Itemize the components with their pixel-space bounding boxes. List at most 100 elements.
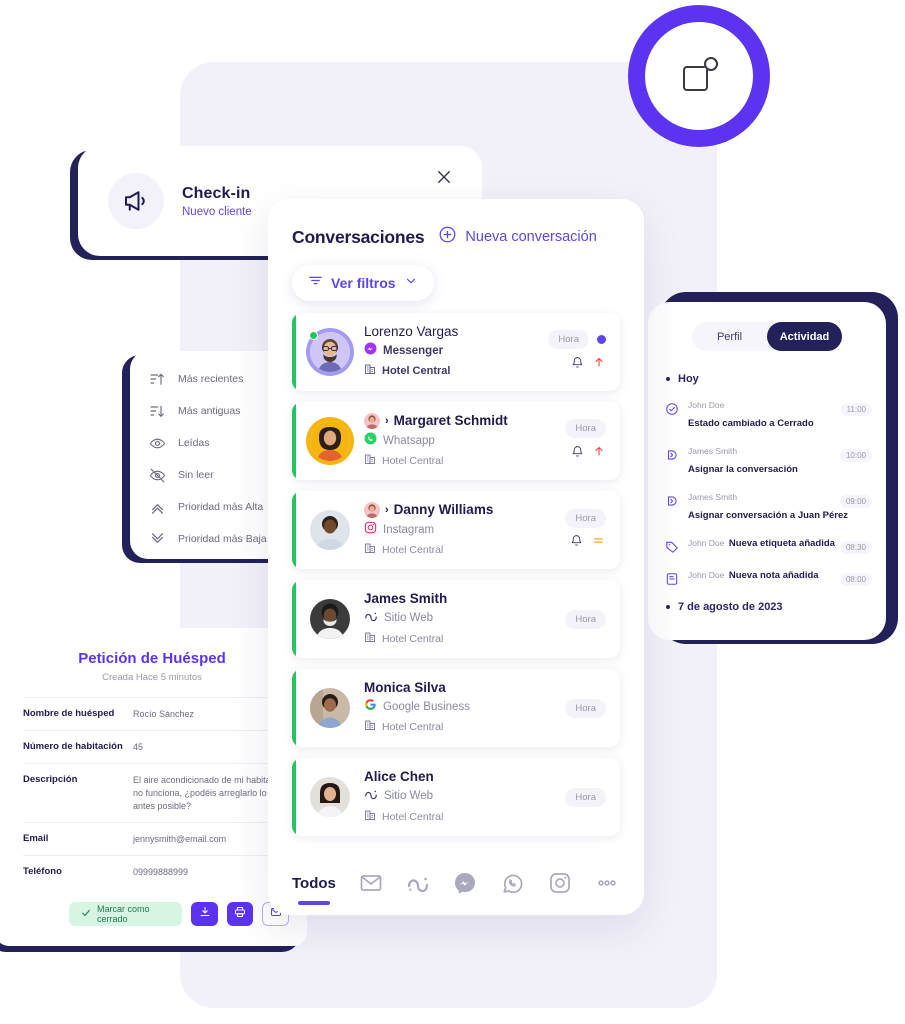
eye-icon xyxy=(148,434,166,452)
guest-request-subtitle: Creada Hace 5 minutos xyxy=(102,672,202,683)
new-conversation-button[interactable]: Nueva conversación xyxy=(438,225,597,249)
guest-request-field: Descripción El aire acondicionado de mi … xyxy=(23,763,289,822)
conversation-hotel: Hotel Central xyxy=(364,452,546,470)
instagram-icon[interactable] xyxy=(547,870,572,896)
mark-as-closed-label: Marcar como cerrado xyxy=(97,904,150,925)
activity-entry-user: John Doe xyxy=(688,538,725,548)
guest-request-field: Número de habitación 45 xyxy=(23,730,289,763)
avatar-wrap xyxy=(310,688,350,728)
field-key: Teléfono xyxy=(23,866,62,878)
whatsapp-icon[interactable] xyxy=(500,870,525,896)
sort-ascending-icon xyxy=(148,370,166,388)
conversation-meta: Hora xyxy=(546,508,620,552)
close-icon[interactable] xyxy=(432,165,456,189)
activity-entry[interactable]: John Doe Nueva nota añadida 08:00 xyxy=(662,565,872,587)
avatar xyxy=(310,777,350,817)
conversation-row[interactable]: › Margaret Schmidt Whatsapp Hotel Centra… xyxy=(292,402,620,480)
mark-as-closed-button[interactable]: Marcar como cerrado xyxy=(69,902,183,927)
print-button[interactable] xyxy=(226,902,254,927)
conversation-row[interactable]: Monica Silva Google Business Hotel Centr… xyxy=(292,669,620,747)
website-icon[interactable] xyxy=(405,870,430,896)
field-value: Rocío Sánchez xyxy=(133,709,195,719)
conversation-info: James Smith Sitio Web Hotel Central xyxy=(364,591,546,648)
channel-filter-all[interactable]: Todos xyxy=(292,875,336,905)
field-key: Descripción xyxy=(23,774,78,786)
conversation-time-badge: Hora xyxy=(565,508,606,528)
activity-entry-time: 09:00 xyxy=(839,495,872,508)
filter-icon xyxy=(308,273,323,293)
more-icon[interactable] xyxy=(595,870,620,896)
building-icon xyxy=(364,452,376,470)
avatar xyxy=(310,599,350,639)
download-icon xyxy=(199,905,211,923)
google-icon xyxy=(364,698,377,716)
conversation-name: James Smith xyxy=(364,590,448,606)
sort-item-label: Prioridad más Baja xyxy=(178,533,267,545)
view-filters-button[interactable]: Ver filtros xyxy=(292,265,434,301)
messenger-icon xyxy=(364,342,377,360)
building-icon xyxy=(364,808,376,826)
conversation-name: Lorenzo Vargas xyxy=(364,324,459,339)
field-key: Email xyxy=(23,833,49,845)
conversation-row[interactable]: › Danny Williams Instagram Hotel Central… xyxy=(292,491,620,569)
guest-request-field: Teléfono 09999888999 xyxy=(23,855,289,888)
conversation-hotel: Hotel Central xyxy=(364,541,546,559)
parent-avatar xyxy=(364,412,380,429)
assign-icon xyxy=(664,447,680,463)
online-status-dot xyxy=(309,331,318,340)
activity-entry-action: Asignar conversación a Juan Pérez xyxy=(688,510,848,521)
checkin-title: Check-in xyxy=(182,184,251,202)
tab-perfil[interactable]: Perfil xyxy=(692,322,767,351)
guest-request-field: Nombre de huésped Rocío Sánchez xyxy=(23,697,289,730)
page-title: Conversaciones xyxy=(292,226,425,247)
conversation-meta: Hora xyxy=(546,609,620,629)
conversation-name-line: James Smith xyxy=(364,591,546,606)
activity-entry[interactable]: John Doe Nueva etiqueta añadida 08:30 xyxy=(662,533,872,555)
bell-icon[interactable] xyxy=(571,356,584,374)
conversation-hotel-label: Hotel Central xyxy=(382,365,451,377)
activity-entry-time: 10:00 xyxy=(839,449,872,462)
activity-entry-action: Nueva etiqueta añadida xyxy=(728,538,835,549)
instagram-icon xyxy=(364,521,377,539)
avatar-wrap xyxy=(310,421,350,461)
conversation-priority-line xyxy=(570,534,606,552)
activity-entry[interactable]: James Smith Asignar conversación a Juan … xyxy=(662,487,872,523)
conversation-time-badge: Hora xyxy=(565,698,606,718)
tab-actividad[interactable]: Actividad xyxy=(767,322,842,351)
avatar xyxy=(310,421,350,461)
activity-entry-user: James Smith xyxy=(688,446,738,456)
conversation-channel-label: Google Business xyxy=(383,701,470,713)
conversation-channel-label: Instagram xyxy=(383,523,435,536)
conversation-channel: Google Business xyxy=(364,698,546,716)
field-value: 45 xyxy=(133,742,144,753)
conversation-row[interactable]: Lorenzo Vargas Messenger Hotel Central H… xyxy=(292,313,620,391)
bell-icon[interactable] xyxy=(570,534,583,552)
conversation-row[interactable]: Alice Chen Sitio Web Hotel Central Hora xyxy=(292,758,620,836)
activity-entry[interactable]: James Smith Asignar la conversación 10:0… xyxy=(662,441,872,477)
conversation-row[interactable]: James Smith Sitio Web Hotel Central Hora xyxy=(292,580,620,658)
bell-icon[interactable] xyxy=(571,445,584,463)
print-icon xyxy=(234,905,246,923)
building-icon xyxy=(364,718,376,736)
activity-entry-body: James Smith Asignar conversación a Juan … xyxy=(688,487,848,523)
avatar xyxy=(310,688,350,728)
conversation-info: › Danny Williams Instagram Hotel Central xyxy=(364,501,546,559)
unread-indicator xyxy=(597,335,606,344)
conversation-time-badge: Hora xyxy=(548,330,589,349)
email-icon[interactable] xyxy=(358,870,383,896)
profile-activity-tabs: Perfil Actividad xyxy=(692,322,842,351)
sort-item-label: Leídas xyxy=(178,437,210,449)
activity-entry[interactable]: John Doe Estado cambiado a Cerrado 11:00 xyxy=(662,395,872,431)
download-button[interactable] xyxy=(191,902,218,927)
messenger-icon[interactable] xyxy=(453,870,478,896)
chevron-right-icon: › xyxy=(385,414,389,427)
conversation-name-line: › Danny Williams xyxy=(364,501,546,518)
activity-panel: Perfil Actividad Hoy John Doe Estado cam… xyxy=(648,302,886,640)
avatar-wrap xyxy=(310,599,350,639)
view-filters-label: Ver filtros xyxy=(331,275,396,291)
conversation-channel-label: Sitio Web xyxy=(384,612,434,624)
conversation-name: Margaret Schmidt xyxy=(393,413,508,428)
assign-icon xyxy=(664,493,680,509)
plus-circle-icon xyxy=(438,225,457,249)
conversation-channel: Instagram xyxy=(364,521,546,539)
